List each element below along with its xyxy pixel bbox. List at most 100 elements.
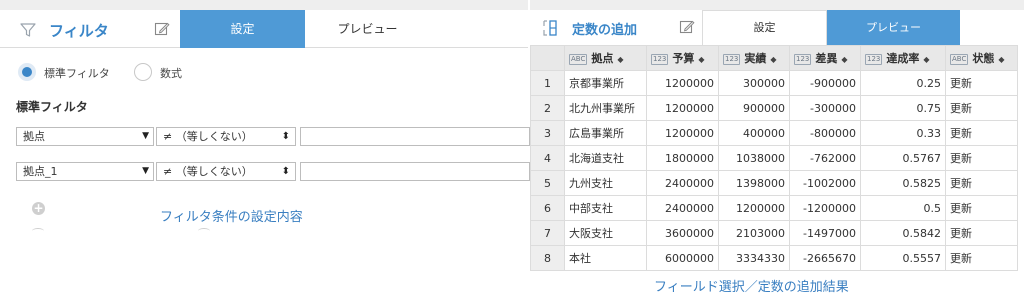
cell-achievement: 0.5842 bbox=[860, 220, 946, 246]
operator-select[interactable]: ≠ （等しくない） ⬍ bbox=[156, 127, 296, 146]
tab-settings[interactable]: 設定 bbox=[180, 10, 305, 48]
cell-variance: -800000 bbox=[789, 120, 861, 146]
cell-actual: 900000 bbox=[718, 95, 790, 121]
cell-location: 九州支社 bbox=[564, 170, 647, 196]
field-select[interactable]: 拠点 ▼ bbox=[16, 127, 154, 146]
tab-settings[interactable]: 設定 bbox=[702, 10, 827, 45]
sort-icon[interactable]: ◆ bbox=[770, 55, 776, 64]
cell-status: 更新 bbox=[945, 95, 1018, 121]
cell-budget: 2400000 bbox=[646, 195, 719, 221]
cell-actual: 300000 bbox=[718, 70, 790, 96]
number-type-icon: 123 bbox=[651, 53, 669, 65]
text-type-icon: ABC bbox=[569, 53, 588, 65]
cell-variance: -762000 bbox=[789, 145, 861, 171]
column-header[interactable]: ABC 状態 ◆ bbox=[945, 45, 1018, 71]
row-number: 1 bbox=[530, 70, 565, 96]
filter-panel-title: フィルタ bbox=[49, 22, 109, 40]
radio-formula[interactable] bbox=[134, 63, 152, 81]
edit-icon[interactable] bbox=[679, 19, 695, 35]
partial-circle-icon bbox=[32, 228, 44, 234]
table-row: 7 大阪支社 3600000 2103000 -1497000 0.5842 更… bbox=[530, 220, 1018, 246]
row-number: 7 bbox=[530, 220, 565, 246]
column-header[interactable]: 123 予算 ◆ bbox=[646, 45, 719, 71]
edit-icon[interactable] bbox=[154, 21, 170, 37]
cell-variance: -2665670 bbox=[789, 245, 861, 271]
column-header[interactable]: ABC 拠点 ◆ bbox=[564, 45, 647, 71]
row-number: 5 bbox=[530, 170, 565, 196]
table-row: 6 中部支社 2400000 1200000 -1200000 0.5 更新 bbox=[530, 195, 1018, 221]
cell-location: 本社 bbox=[564, 245, 647, 271]
radio-standard-filter[interactable] bbox=[18, 63, 36, 81]
cell-achievement: 0.5 bbox=[860, 195, 946, 221]
top-strip bbox=[0, 0, 528, 10]
cell-location: 大阪支社 bbox=[564, 220, 647, 246]
table-row: 8 本社 6000000 3334330 -2665670 0.5557 更新 bbox=[530, 245, 1018, 271]
sort-icon[interactable]: ◆ bbox=[841, 55, 847, 64]
preview-caption: フィールド選択／定数の追加結果 bbox=[654, 280, 849, 295]
cell-actual: 1038000 bbox=[718, 145, 790, 171]
table-row: 1 京都事業所 1200000 300000 -900000 0.25 更新 bbox=[530, 70, 1018, 96]
filter-panel: フィルタ 設定 プレビュー 標準フィルタ 数式 標準フィルタ 拠点 ▼ ≠ （等… bbox=[0, 0, 530, 234]
column-header[interactable]: 123 実績 ◆ bbox=[718, 45, 790, 71]
cell-location: 広島事業所 bbox=[564, 120, 647, 146]
tab-preview[interactable]: プレビュー bbox=[305, 10, 430, 48]
cell-variance: -1200000 bbox=[789, 195, 861, 221]
preview-table: ABC 拠点 ◆ 123 予算 ◆ 123 実績 ◆ 123 差異 ◆ 123 達成率 ◆ bbox=[530, 45, 1018, 271]
radio-formula-label: 数式 bbox=[160, 67, 182, 80]
column-header-label: 差異 bbox=[815, 52, 838, 65]
table-row: 4 北海道支社 1800000 1038000 -762000 0.5767 更… bbox=[530, 145, 1018, 171]
constant-panel-header: 定数の追加 設定 プレビュー bbox=[530, 10, 1024, 45]
sort-icon[interactable]: ◆ bbox=[617, 55, 623, 64]
table-row: 5 九州支社 2400000 1398000 -1002000 0.5825 更… bbox=[530, 170, 1018, 196]
value-input[interactable] bbox=[300, 162, 530, 181]
tab-preview[interactable]: プレビュー bbox=[827, 10, 960, 45]
top-strip bbox=[530, 0, 1024, 10]
number-type-icon: 123 bbox=[794, 53, 812, 65]
caret-down-icon: ▼ bbox=[142, 166, 149, 176]
column-header-label: 状態 bbox=[972, 52, 995, 65]
sort-icon[interactable]: ◆ bbox=[923, 55, 929, 64]
column-header-label: 拠点 bbox=[591, 52, 614, 65]
cell-actual: 2103000 bbox=[718, 220, 790, 246]
number-type-icon: 123 bbox=[723, 53, 741, 65]
cell-achievement: 0.75 bbox=[860, 95, 946, 121]
cell-variance: -1497000 bbox=[789, 220, 861, 246]
column-header[interactable]: 123 達成率 ◆ bbox=[860, 45, 946, 71]
cell-actual: 400000 bbox=[718, 120, 790, 146]
filter-caption: フィルタ条件の設定内容 bbox=[160, 210, 303, 225]
cell-status: 更新 bbox=[945, 70, 1018, 96]
cell-location: 北海道支社 bbox=[564, 145, 647, 171]
updown-icon: ⬍ bbox=[281, 131, 290, 142]
plus-circle-icon[interactable]: + bbox=[32, 202, 45, 215]
page: フィルタ 設定 プレビュー 標準フィルタ 数式 標準フィルタ 拠点 ▼ ≠ （等… bbox=[0, 0, 1024, 299]
row-number: 4 bbox=[530, 145, 565, 171]
column-header-label: 予算 bbox=[672, 52, 695, 65]
cell-status: 更新 bbox=[945, 145, 1018, 171]
cell-budget: 6000000 bbox=[646, 245, 719, 271]
row-number: 8 bbox=[530, 245, 565, 271]
cell-status: 更新 bbox=[945, 220, 1018, 246]
cell-actual: 1398000 bbox=[718, 170, 790, 196]
cell-location: 北九州事業所 bbox=[564, 95, 647, 121]
cell-achievement: 0.33 bbox=[860, 120, 946, 146]
column-header[interactable]: 123 差異 ◆ bbox=[789, 45, 861, 71]
cell-achievement: 0.5767 bbox=[860, 145, 946, 171]
table-row: 2 北九州事業所 1200000 900000 -300000 0.75 更新 bbox=[530, 95, 1018, 121]
operator-select[interactable]: ≠ （等しくない） ⬍ bbox=[156, 162, 296, 181]
constant-panel: 定数の追加 設定 プレビュー ABC 拠点 ◆ 123 予算 ◆ 123 実績 … bbox=[530, 0, 1024, 275]
cell-status: 更新 bbox=[945, 170, 1018, 196]
operator-select-value: ≠ （等しくない） bbox=[163, 165, 253, 178]
cell-location: 中部支社 bbox=[564, 195, 647, 221]
column-header-label: 達成率 bbox=[886, 52, 920, 65]
cell-budget: 1200000 bbox=[646, 120, 719, 146]
column-header-label: 実績 bbox=[744, 52, 767, 65]
field-select-value: 拠点 bbox=[23, 130, 45, 143]
field-select[interactable]: 拠点_1 ▼ bbox=[16, 162, 154, 181]
value-input[interactable] bbox=[300, 127, 530, 146]
cell-variance: -300000 bbox=[789, 95, 861, 121]
text-type-icon: ABC bbox=[950, 53, 969, 65]
radio-standard-filter-label: 標準フィルタ bbox=[44, 67, 110, 80]
sort-icon[interactable]: ◆ bbox=[998, 55, 1004, 64]
sort-icon[interactable]: ◆ bbox=[698, 55, 704, 64]
caret-down-icon: ▼ bbox=[142, 131, 149, 141]
